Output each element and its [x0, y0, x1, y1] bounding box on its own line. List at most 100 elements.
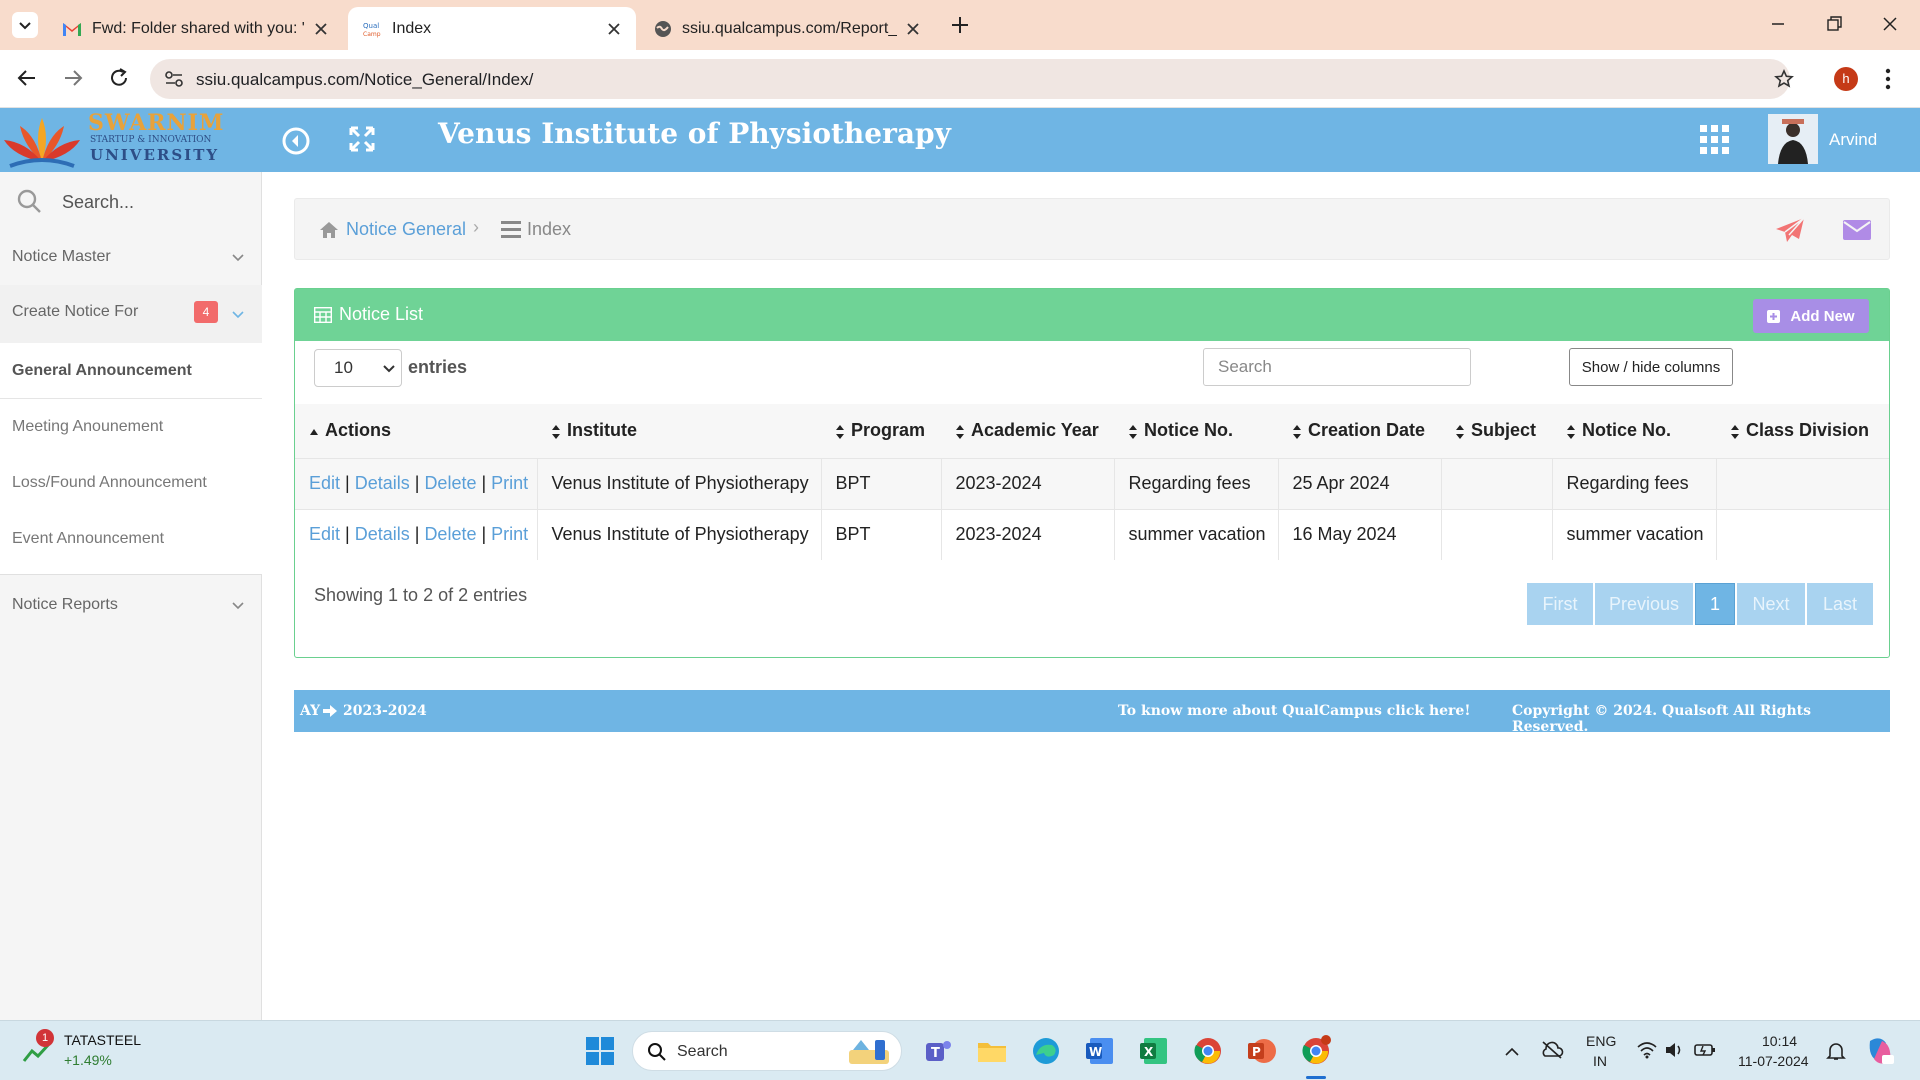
sidebar-item-notice-reports[interactable]: Notice Reports: [0, 574, 262, 634]
actions-cell: Edit | Details | Delete | Print: [295, 508, 538, 560]
user-name[interactable]: Arvind: [1829, 130, 1877, 150]
column-header-notice-no-2[interactable]: Notice No.: [1552, 404, 1716, 458]
column-label: Notice No.: [1582, 420, 1672, 441]
tab-search-icon[interactable]: [12, 12, 38, 38]
table-search-input[interactable]: [1203, 348, 1471, 386]
sidebar-item-label[interactable]: Loss/Found Announcement: [12, 455, 262, 511]
delete-link[interactable]: Delete: [424, 524, 476, 544]
university-logo[interactable]: SWARNIM STARTUP & INNOVATION UNIVERSITY: [2, 108, 230, 172]
paper-plane-icon[interactable]: [1775, 217, 1805, 243]
windows-start-icon[interactable]: [584, 1035, 616, 1067]
column-header-program[interactable]: Program: [821, 404, 941, 458]
reload-icon[interactable]: [106, 65, 132, 91]
column-label: Academic Year: [971, 420, 1099, 441]
excel-icon[interactable]: X: [1138, 1035, 1170, 1067]
tab-report[interactable]: ssiu.qualcampus.com/Report_V: [640, 7, 935, 50]
sidebar-item-label: Create Notice For: [12, 303, 139, 320]
apps-grid-icon[interactable]: [1700, 125, 1730, 155]
print-link[interactable]: Print: [491, 473, 528, 493]
sort-icon: [1456, 424, 1464, 439]
column-header-academic-year[interactable]: Academic Year: [941, 404, 1114, 458]
cloud-off-icon[interactable]: [1540, 1041, 1564, 1059]
details-link[interactable]: Details: [355, 524, 410, 544]
arrow-right-icon: [323, 705, 337, 717]
column-header-institute[interactable]: Institute: [537, 404, 821, 458]
restore-icon[interactable]: [1820, 10, 1848, 38]
page-1-button[interactable]: 1: [1695, 583, 1735, 625]
column-header-subject[interactable]: Subject: [1441, 404, 1552, 458]
bookmark-star-icon[interactable]: [1774, 69, 1794, 89]
word-icon[interactable]: W: [1084, 1035, 1116, 1067]
sidebar-item-general-announcement[interactable]: General Announcement Meeting Anounement …: [0, 343, 262, 574]
browser-tabstrip: Fwd: Folder shared with you: "A Qual Camp…: [0, 0, 1920, 50]
subject-cell: [1441, 457, 1553, 509]
add-new-button[interactable]: Add New: [1753, 299, 1869, 333]
forward-icon[interactable]: [60, 65, 86, 91]
logo-subtitle: STARTUP & INNOVATION: [90, 135, 212, 145]
plus-square-icon: [1767, 309, 1781, 323]
next-page-button[interactable]: Next: [1737, 583, 1805, 625]
profile-avatar[interactable]: h: [1834, 67, 1858, 91]
back-icon[interactable]: [14, 65, 40, 91]
address-bar[interactable]: ssiu.qualcampus.com/Notice_General/Index…: [150, 59, 1794, 99]
close-icon[interactable]: [606, 21, 622, 37]
wifi-icon[interactable]: [1636, 1041, 1658, 1059]
sidebar-item-create-notice[interactable]: Create Notice For 4: [0, 285, 262, 343]
column-header-notice-no[interactable]: Notice No.: [1114, 404, 1278, 458]
close-icon[interactable]: [313, 21, 329, 37]
back-circle-icon[interactable]: [282, 127, 310, 155]
column-header-creation-date[interactable]: Creation Date: [1278, 404, 1441, 458]
copilot-icon[interactable]: [1864, 1035, 1896, 1067]
sidebar-search-placeholder[interactable]: Search...: [62, 192, 134, 213]
minimize-icon[interactable]: [1764, 10, 1792, 38]
column-header-actions[interactable]: Actions: [295, 404, 537, 458]
url-text[interactable]: ssiu.qualcampus.com/Notice_General/Index…: [196, 70, 533, 90]
language-indicator[interactable]: ENG: [1586, 1033, 1616, 1049]
column-header-class-division[interactable]: Class Division: [1716, 404, 1889, 458]
print-link[interactable]: Print: [491, 524, 528, 544]
more-menu-icon[interactable]: [1884, 68, 1892, 90]
powerpoint-icon[interactable]: P: [1246, 1035, 1278, 1067]
clock-time[interactable]: 10:14: [1762, 1033, 1797, 1049]
first-page-button[interactable]: First: [1527, 583, 1593, 625]
user-avatar[interactable]: [1768, 114, 1818, 164]
volume-icon[interactable]: [1664, 1041, 1684, 1059]
close-icon[interactable]: [905, 21, 921, 37]
stock-widget[interactable]: 1 TATASTEEL +1.49%: [22, 1029, 162, 1073]
show-hide-columns-button[interactable]: Show / hide columns: [1569, 348, 1733, 386]
edit-link[interactable]: Edit: [309, 524, 340, 544]
sidebar-item-label[interactable]: General Announcement: [0, 343, 262, 399]
sort-icon: [1293, 424, 1301, 439]
sidebar-item-label[interactable]: Meeting Anounement: [12, 399, 262, 455]
tab-index[interactable]: Qual Camp Index: [348, 7, 636, 50]
region-indicator[interactable]: IN: [1593, 1053, 1607, 1069]
details-link[interactable]: Details: [355, 473, 410, 493]
mail-icon[interactable]: [1843, 220, 1871, 240]
notification-bell-icon[interactable]: [1826, 1041, 1846, 1061]
file-explorer-icon[interactable]: [976, 1035, 1008, 1067]
site-info-icon[interactable]: [164, 70, 184, 88]
chevron-up-icon[interactable]: [1504, 1045, 1520, 1057]
edit-link[interactable]: Edit: [309, 473, 340, 493]
taskbar-search[interactable]: Search: [632, 1031, 902, 1071]
sidebar-item-notice-master[interactable]: Notice Master: [0, 242, 262, 272]
edge-icon[interactable]: [1030, 1035, 1062, 1067]
battery-icon[interactable]: [1694, 1042, 1716, 1058]
teams-icon[interactable]: T: [922, 1035, 954, 1067]
entries-select[interactable]: 10: [314, 349, 402, 387]
svg-text:Qual: Qual: [363, 22, 379, 30]
tab-gmail[interactable]: Fwd: Folder shared with you: "A: [48, 7, 343, 50]
close-window-icon[interactable]: [1876, 10, 1904, 38]
delete-link[interactable]: Delete: [424, 473, 476, 493]
footer-more-link[interactable]: To know more about QualCampus click here…: [1118, 703, 1470, 719]
chrome-profile-icon[interactable]: [1300, 1035, 1332, 1067]
new-tab-icon[interactable]: [950, 15, 970, 35]
breadcrumb-home-link[interactable]: Notice General: [346, 219, 466, 240]
fullscreen-icon[interactable]: [348, 125, 376, 153]
chrome-icon[interactable]: [1192, 1035, 1224, 1067]
previous-page-button[interactable]: Previous: [1595, 583, 1693, 625]
sidebar-item-label[interactable]: Event Announcement: [12, 511, 262, 567]
sidebar-search[interactable]: Search...: [0, 172, 262, 230]
last-page-button[interactable]: Last: [1807, 583, 1873, 625]
clock-date[interactable]: 11-07-2024: [1738, 1053, 1809, 1069]
